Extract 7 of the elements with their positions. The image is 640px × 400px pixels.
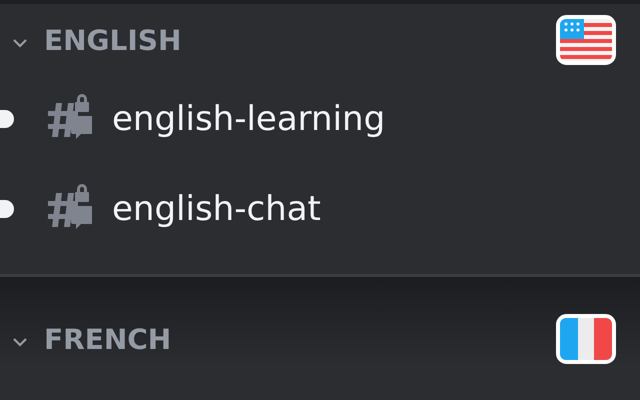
category-name[interactable]: ENGLISH (44, 24, 556, 56)
flag-icon (556, 314, 616, 364)
channel-name[interactable]: english-chat (112, 189, 321, 229)
chevron-icon[interactable] (12, 337, 28, 347)
flag-icon (556, 15, 616, 65)
chevron-icon[interactable] (12, 38, 28, 48)
channel-name[interactable]: english-learning (112, 99, 386, 139)
